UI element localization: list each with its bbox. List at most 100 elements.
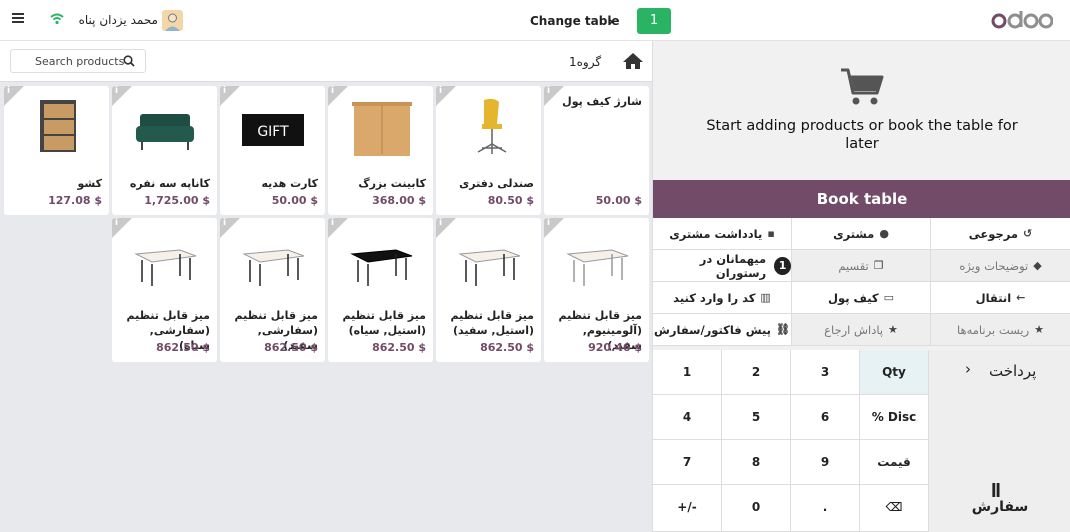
star-icon: ★: [888, 323, 898, 336]
numpad-key-5[interactable]: 5: [722, 395, 791, 440]
product-card[interactable]: i میز قابل تنظیم (آلومینیوم, سفید) 920.4…: [544, 218, 649, 362]
numpad-key-0[interactable]: 0: [722, 485, 791, 532]
product-card[interactable]: i میز قابل تنظیم (استیل, سیاه) 862.50 $: [328, 218, 433, 362]
reset-programs-button[interactable]: ★ ریست برنامه‌ها: [931, 314, 1070, 346]
order-button[interactable]: ǁ سفارش: [929, 440, 1070, 532]
gift-card-text: GIFT: [257, 124, 289, 140]
product-name: کشو: [77, 177, 103, 190]
product-price: 50.00 $: [271, 194, 318, 207]
adjustable-desk-image: [458, 249, 521, 286]
odoo-logo: [991, 9, 1054, 37]
numpad-plus-minus[interactable]: +/-: [653, 485, 722, 532]
adjustable-desk-image: [134, 249, 197, 286]
book-table-button[interactable]: Book table: [653, 180, 1070, 218]
numpad-key-4[interactable]: 4: [653, 395, 722, 440]
cart-icon: [841, 68, 884, 105]
top-bar: محمد یزدان پناه Change table › 1: [0, 0, 1070, 41]
product-price: 1,725.00 $: [144, 194, 210, 207]
product-toolbar: Search products گروه1: [0, 41, 652, 82]
product-name: میز قابل تنظیم (استیل, سفید): [450, 309, 534, 337]
adjustable-desk-image: [350, 249, 413, 286]
avatar[interactable]: [162, 10, 183, 31]
product-card[interactable]: i صندلی دفتری 80.50 $: [436, 86, 541, 215]
product-name: کابینت بزرگ: [358, 177, 426, 190]
product-price: 862.50 $: [480, 341, 534, 354]
chevron-left-icon: ‹: [965, 360, 971, 378]
payment-button[interactable]: ‹ پرداخت: [929, 350, 1070, 440]
adjustable-desk-image: [566, 249, 629, 286]
home-icon[interactable]: [622, 52, 644, 70]
wifi-icon: [50, 13, 64, 25]
transfer-button[interactable]: ← انتقال: [931, 282, 1070, 314]
product-name: کارت هدیه: [261, 177, 318, 190]
product-name: صندلی دفتری: [459, 177, 534, 190]
payment-label: پرداخت: [989, 362, 1037, 380]
product-price: 862.50 $: [156, 341, 210, 354]
product-name: کاناپه سه نفره: [129, 177, 210, 190]
quotation-button[interactable]: ⛓ پیش فاکتور/سفارش: [653, 314, 792, 346]
office-chair-image: [477, 98, 507, 154]
category-group-1[interactable]: گروه1: [569, 55, 601, 69]
product-price: 862.50 $: [264, 341, 318, 354]
user-icon: ●: [879, 227, 889, 240]
numpad-key-9[interactable]: 9: [791, 440, 860, 485]
reward-button[interactable]: ★ پاداش ارجاع: [792, 314, 931, 346]
undo-icon: ↺: [1023, 227, 1033, 240]
numpad-key-6[interactable]: 6: [791, 395, 860, 440]
order-label: سفارش: [971, 499, 1029, 515]
product-price: 368.00 $: [372, 194, 426, 207]
numpad-key-2[interactable]: 2: [722, 350, 791, 395]
credit-card-icon: ▭: [883, 291, 894, 304]
note-icon: ▪: [767, 227, 775, 240]
internal-note-button[interactable]: ◆ توضیحات ویژه: [931, 250, 1070, 282]
product-card[interactable]: i میز قابل تنظیم (استیل, سفید) 862.50 $: [436, 218, 541, 362]
split-button[interactable]: ❐ تقسیم: [792, 250, 931, 282]
product-name: شارژ کیف پول: [562, 95, 642, 108]
product-card[interactable]: i GIFT کارت هدیه 50.00 $: [220, 86, 325, 215]
product-card[interactable]: i کشو 127.08 $: [4, 86, 109, 215]
customer-note-button[interactable]: ▪ یادداشت مشتری: [653, 218, 792, 250]
drawer-image: [40, 100, 76, 152]
barcode-icon: ▥: [760, 291, 771, 304]
numpad-price[interactable]: قیمت: [860, 440, 929, 485]
product-name: میز قابل تنظیم (استیل, سیاه): [342, 309, 426, 337]
numpad-discount[interactable]: % Disc: [860, 395, 929, 440]
product-card[interactable]: i میز قابل تنظیم (سفارشی, سفید) 862.50 $: [220, 218, 325, 362]
empty-order: Start adding products or book the table …: [653, 41, 1070, 181]
menu-icon[interactable]: [12, 13, 24, 25]
user-name: محمد یزدان پناه: [78, 13, 158, 27]
product-card[interactable]: i کابینت بزرگ 368.00 $: [328, 86, 433, 215]
numpad-key-1[interactable]: 1: [653, 350, 722, 395]
chevron-right-icon[interactable]: ›: [608, 14, 614, 30]
change-table-button[interactable]: Change table: [530, 14, 620, 28]
copy-icon: ❐: [873, 259, 884, 272]
product-price: 50.00 $: [595, 194, 642, 207]
numpad-backspace[interactable]: ⌫: [860, 485, 929, 532]
search-input[interactable]: Search products: [10, 49, 146, 73]
guests-button[interactable]: 1 میهمانان در رستوران: [653, 250, 792, 282]
link-icon: ⛓: [775, 323, 790, 336]
numpad-qty[interactable]: Qty: [860, 350, 929, 395]
sofa-image: [136, 114, 194, 150]
star-icon: ★: [1034, 323, 1044, 336]
product-card[interactable]: i کاناپه سه نفره 1,725.00 $: [112, 86, 217, 215]
product-price: 920.46 $: [588, 341, 642, 354]
numpad-dot[interactable]: .: [791, 485, 860, 532]
table-number-badge[interactable]: 1: [637, 8, 671, 34]
search-placeholder: Search products: [35, 55, 125, 68]
product-price: 80.50 $: [487, 194, 534, 207]
product-price: 127.08 $: [48, 194, 102, 207]
refund-button[interactable]: ↺ مرجوعی: [931, 218, 1070, 250]
product-card[interactable]: i میز قابل تنظیم (سفارشی, سیاه) 862.50 $: [112, 218, 217, 362]
customer-button[interactable]: ● مشتری: [792, 218, 931, 250]
order-pane: Start adding products or book the table …: [652, 41, 1070, 532]
gift-card-image: GIFT: [242, 114, 304, 146]
product-pane: Search products گروه1 i شارژ کیف پول 50.…: [0, 41, 652, 532]
product-card[interactable]: i شارژ کیف پول 50.00 $: [544, 86, 649, 215]
numpad-key-3[interactable]: 3: [791, 350, 860, 395]
enter-code-button[interactable]: ▥ کد را وارد کنید: [653, 282, 792, 314]
numpad-key-7[interactable]: 7: [653, 440, 722, 485]
arrow-left-icon: ←: [1016, 291, 1026, 304]
ewallet-button[interactable]: ▭ کیف پول: [792, 282, 931, 314]
numpad-key-8[interactable]: 8: [722, 440, 791, 485]
